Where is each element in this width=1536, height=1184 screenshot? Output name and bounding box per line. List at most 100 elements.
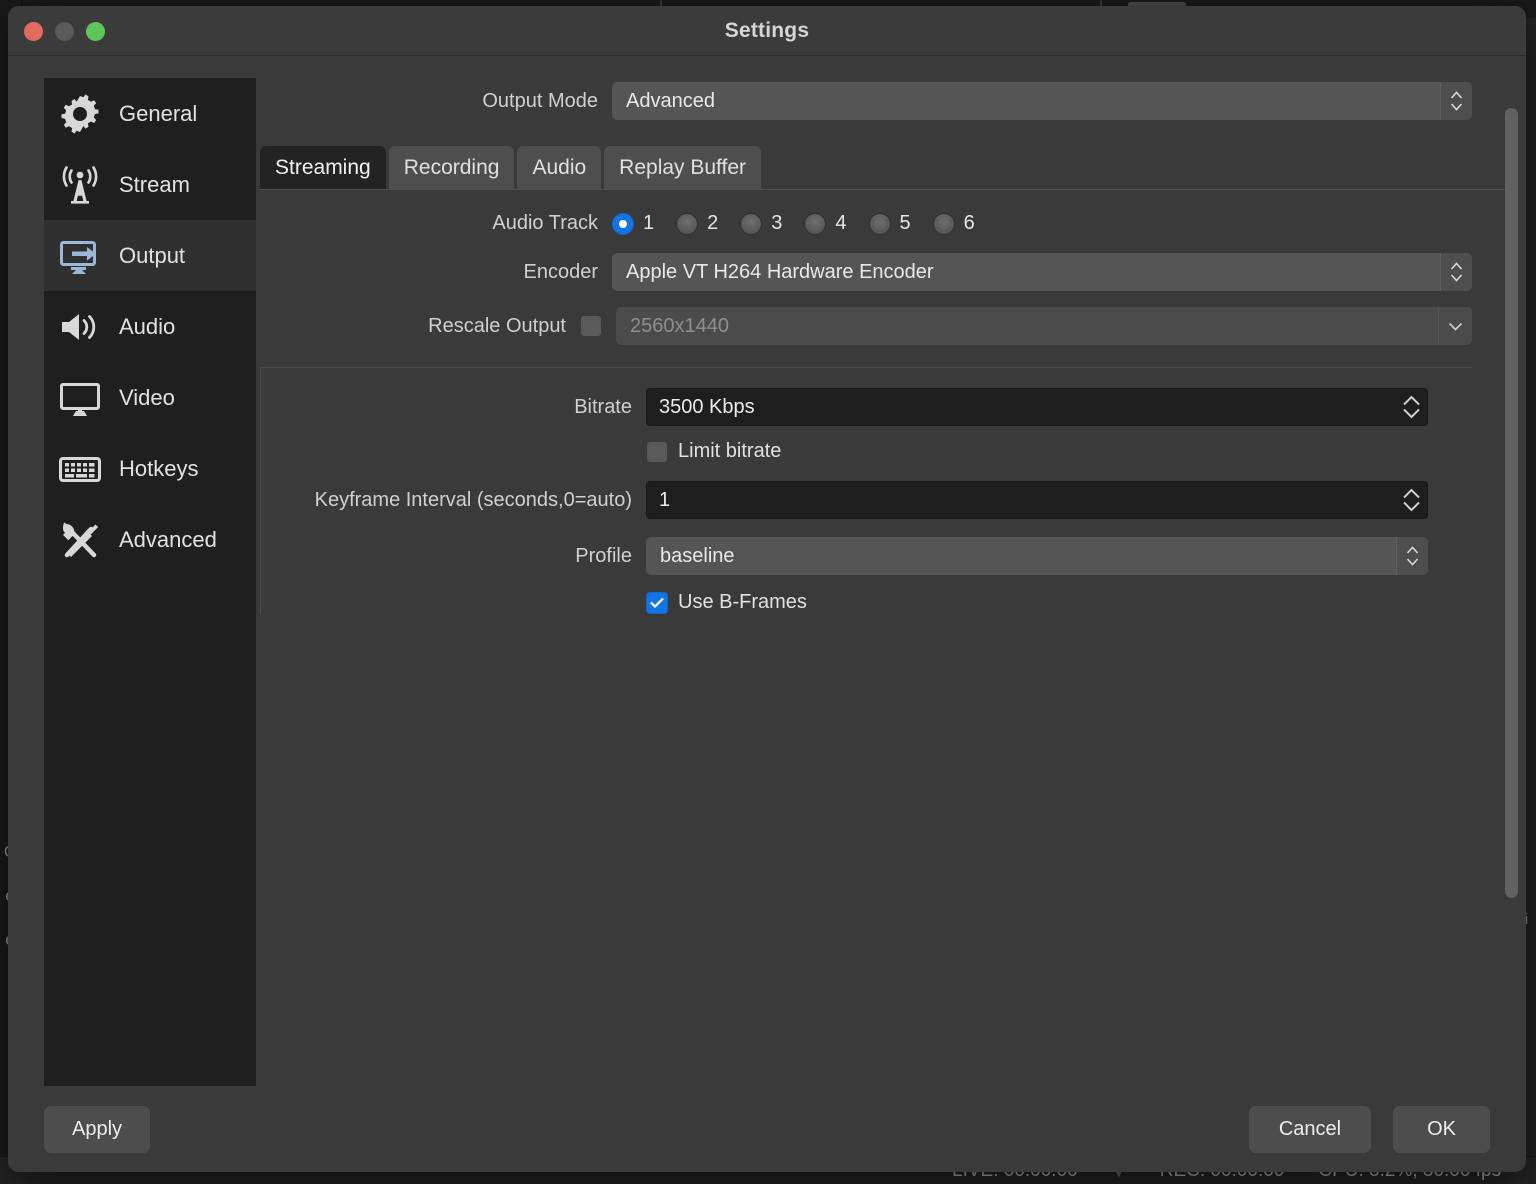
audio-track-option-label: 5 [899, 212, 911, 234]
minimize-button-icon[interactable] [55, 21, 74, 41]
keyboard-icon [56, 447, 104, 491]
keyframe-interval-stepper[interactable] [1402, 482, 1421, 518]
output-mode-select[interactable]: Advanced [612, 82, 1472, 120]
use-b-frames-checkbox[interactable] [646, 591, 668, 614]
chevron-updown-icon[interactable] [1440, 82, 1472, 120]
audio-track-radio-group: 1 2 3 4 5 6 [612, 212, 975, 235]
audio-track-option-5[interactable]: 5 [868, 212, 911, 235]
bitrate-label: Bitrate [574, 395, 632, 418]
tab-streaming[interactable]: Streaming [260, 146, 386, 189]
settings-content-pane: Output Mode Advanced Streaming Recording… [256, 78, 1518, 1086]
tab-audio[interactable]: Audio [517, 146, 602, 189]
keyframe-interval-value: 1 [659, 488, 671, 511]
bitrate-stepper[interactable] [1402, 389, 1421, 425]
content-scrollbar-thumb[interactable] [1505, 108, 1518, 898]
output-tabs: Streaming Recording Audio Replay Buffer [260, 146, 1516, 190]
bitrate-row: Bitrate 3500 Kbps [278, 388, 1472, 426]
dialog-footer: Apply Cancel OK [8, 1086, 1526, 1172]
rescale-output-checkbox[interactable] [580, 315, 602, 337]
sidebar-item-label: Stream [119, 171, 190, 197]
chevron-updown-icon[interactable] [1440, 253, 1472, 291]
sidebar-item-label: Video [119, 384, 175, 410]
sidebar-item-hotkeys[interactable]: Hotkeys [44, 433, 256, 504]
audio-track-option-3[interactable]: 3 [740, 212, 782, 235]
ok-button[interactable]: OK [1393, 1105, 1490, 1153]
audio-track-option-2[interactable]: 2 [676, 212, 718, 235]
use-b-frames-label: Use B-Frames [678, 591, 807, 613]
profile-select[interactable]: baseline [646, 537, 1428, 575]
radio-icon[interactable] [804, 212, 827, 235]
radio-icon[interactable] [740, 212, 763, 235]
sidebar-item-label: Advanced [119, 526, 217, 552]
limit-bitrate-label: Limit bitrate [678, 440, 782, 462]
audio-track-option-label: 6 [963, 212, 975, 234]
audio-track-label: Audio Track [492, 212, 598, 234]
bitrate-input[interactable]: 3500 Kbps [646, 388, 1428, 426]
encoder-settings-panel: Bitrate 3500 Kbps Limit bitrate Keyframe… [260, 367, 1472, 614]
encoder-row: Encoder Apple VT H264 Hardware Encoder [260, 253, 1516, 291]
limit-bitrate-row: Limit bitrate [278, 440, 1472, 463]
settings-sidebar: General Stream Output Audio Video Hotkey… [44, 78, 256, 1086]
profile-label: Profile [575, 544, 632, 567]
tab-replay-buffer[interactable]: Replay Buffer [604, 146, 762, 189]
keyframe-interval-input[interactable]: 1 [646, 481, 1428, 519]
radio-icon[interactable] [676, 212, 699, 235]
gear-icon [56, 92, 104, 136]
zoom-button-icon[interactable] [86, 21, 105, 41]
apply-button[interactable]: Apply [44, 1105, 151, 1153]
monitor-icon [56, 376, 104, 420]
profile-value: baseline [660, 544, 735, 567]
use-b-frames-row: Use B-Frames [278, 591, 1472, 614]
tools-icon [56, 518, 104, 562]
sidebar-item-stream[interactable]: Stream [44, 149, 256, 220]
output-monitor-icon [56, 234, 104, 278]
chevron-updown-icon[interactable] [1396, 537, 1428, 575]
audio-track-option-label: 3 [771, 212, 783, 234]
close-button-icon[interactable] [24, 21, 43, 41]
dialog-title: Settings [724, 18, 810, 42]
audio-track-option-6[interactable]: 6 [932, 212, 975, 235]
sidebar-item-advanced[interactable]: Advanced [44, 504, 256, 575]
sidebar-item-output[interactable]: Output [44, 220, 256, 291]
radio-icon[interactable] [932, 212, 955, 235]
audio-track-option-label: 2 [707, 212, 719, 234]
sidebar-item-general[interactable]: General [44, 78, 256, 149]
keyframe-interval-label: Keyframe Interval (seconds,0=auto) [314, 488, 632, 511]
radio-icon[interactable] [612, 212, 634, 235]
content-scrollbar[interactable] [1505, 108, 1518, 918]
radio-icon[interactable] [868, 212, 891, 235]
cancel-button[interactable]: Cancel [1248, 1105, 1372, 1153]
bitrate-value: 3500 Kbps [659, 395, 755, 418]
sidebar-item-label: Output [119, 242, 186, 268]
output-mode-label: Output Mode [482, 89, 598, 112]
rescale-output-label: Rescale Output [428, 314, 566, 337]
rescale-resolution-value: 2560x1440 [630, 314, 729, 337]
profile-row: Profile baseline [278, 537, 1472, 575]
audio-track-option-1[interactable]: 1 [612, 212, 654, 235]
audio-track-option-label: 1 [643, 212, 655, 234]
sidebar-item-label: Audio [119, 313, 176, 339]
chevron-down-icon[interactable] [1438, 307, 1472, 345]
output-mode-row: Output Mode Advanced [260, 82, 1516, 120]
tab-recording[interactable]: Recording [388, 146, 515, 189]
rescale-resolution-select[interactable]: 2560x1440 [616, 307, 1472, 345]
encoder-select[interactable]: Apple VT H264 Hardware Encoder [612, 253, 1472, 291]
output-mode-value: Advanced [626, 89, 715, 112]
audio-track-row: Audio Track 1 2 3 4 5 6 [260, 212, 1516, 235]
audio-track-option-4[interactable]: 4 [804, 212, 847, 235]
sidebar-item-video[interactable]: Video [44, 362, 256, 433]
audio-track-option-label: 4 [835, 212, 847, 234]
dialog-body: General Stream Output Audio Video Hotkey… [8, 56, 1526, 1086]
settings-dialog: Settings General Stream Output Audio Vid… [8, 6, 1526, 1172]
limit-bitrate-checkbox[interactable] [646, 440, 668, 463]
broadcast-icon [56, 163, 104, 207]
speaker-icon [56, 305, 104, 349]
keyframe-interval-row: Keyframe Interval (seconds,0=auto) 1 [278, 481, 1472, 519]
sidebar-item-label: General [119, 100, 198, 126]
encoder-label: Encoder [523, 260, 599, 283]
sidebar-item-audio[interactable]: Audio [44, 291, 256, 362]
encoder-value: Apple VT H264 Hardware Encoder [626, 260, 934, 283]
window-controls [24, 6, 105, 56]
sidebar-item-label: Hotkeys [119, 455, 199, 481]
rescale-output-row: Rescale Output 2560x1440 [260, 307, 1516, 345]
